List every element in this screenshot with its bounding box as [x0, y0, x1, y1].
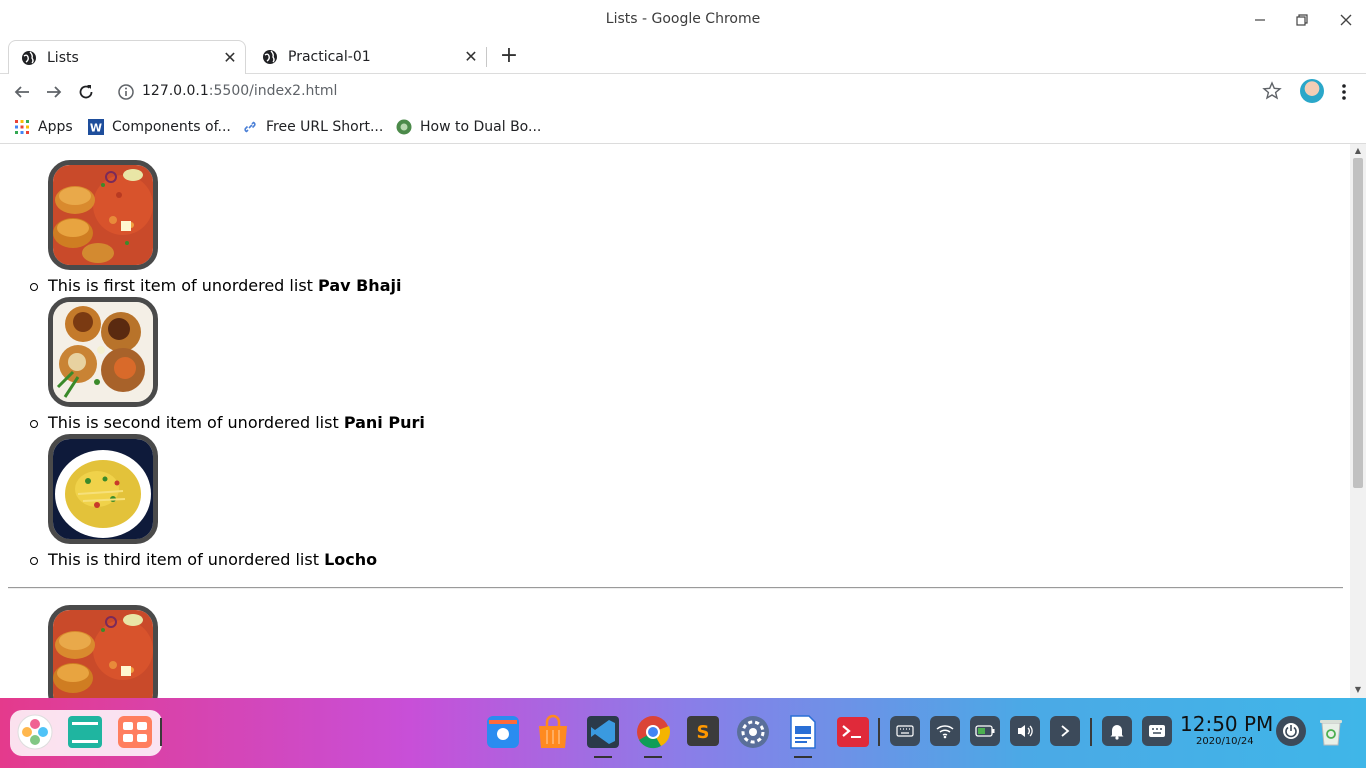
item-name: Pav Bhaji: [318, 276, 402, 295]
active-indicator: [644, 756, 662, 758]
list-bullet: [30, 283, 38, 291]
tab-lists[interactable]: Lists ✕: [8, 40, 246, 74]
forward-button[interactable]: [42, 80, 66, 104]
volume-icon[interactable]: [1010, 716, 1040, 746]
close-window-button[interactable]: [1332, 8, 1360, 32]
expand-icon[interactable]: [1050, 716, 1080, 746]
taskbar-divider: [1090, 718, 1092, 746]
pav-bhaji-image: [48, 160, 158, 270]
keyboard-icon[interactable]: [890, 716, 920, 746]
close-tab-icon[interactable]: ✕: [221, 49, 239, 67]
minimize-icon: [1255, 19, 1265, 21]
site-icon: [396, 119, 412, 135]
back-arrow-icon: [14, 86, 29, 98]
locho-image: [48, 434, 158, 544]
new-tab-button[interactable]: +: [498, 45, 520, 67]
battery-icon[interactable]: [970, 716, 1000, 746]
chrome-icon[interactable]: [634, 712, 672, 752]
page-viewport: This is first item of unordered list Pav…: [0, 144, 1350, 698]
bookmark-label: Free URL Short...: [266, 119, 384, 135]
finder-icon[interactable]: [484, 712, 522, 752]
trash-icon[interactable]: [1312, 712, 1350, 752]
list-bullet: [30, 557, 38, 565]
globe-icon: [263, 50, 277, 64]
pav-bhaji-image: [48, 605, 158, 698]
url-path: :5500/index2.html: [208, 83, 338, 99]
link-icon: [244, 121, 256, 133]
input-method-icon[interactable]: [1142, 716, 1172, 746]
browser-toolbar: 127.0.0.1:5500/index2.html: [0, 74, 1366, 110]
tab-label: Lists: [47, 49, 79, 66]
list-bullet: [30, 420, 38, 428]
scrollbar-thumb[interactable]: [1353, 158, 1363, 488]
clock-time[interactable]: 12:50 PM: [1180, 712, 1273, 736]
apps-grid-icon: [15, 120, 29, 134]
bookmark-label: How to Dual Bo...: [420, 119, 542, 135]
pani-puri-image: [48, 297, 158, 407]
bookmark-dual-boot[interactable]: How to Dual Bo...: [396, 116, 541, 138]
bookmarks-bar: Apps W Components of... Free URL Short..…: [0, 110, 1366, 144]
writer-icon[interactable]: [784, 712, 822, 752]
active-indicator: [794, 756, 812, 758]
bookmark-label: Apps: [38, 119, 73, 135]
scroll-up-icon[interactable]: ▲: [1353, 146, 1363, 156]
tab-practical-01[interactable]: Practical-01 ✕: [250, 40, 486, 74]
reload-icon: [79, 85, 93, 99]
svg-text:S: S: [697, 722, 710, 743]
app-store-icon[interactable]: [534, 712, 572, 752]
tab-strip: Lists ✕ Practical-01 ✕: [0, 38, 1366, 74]
profile-avatar[interactable]: [1300, 79, 1324, 103]
svg-text:W: W: [90, 122, 102, 135]
bookmark-components[interactable]: W Components of...: [88, 116, 231, 138]
item-name: Pani Puri: [343, 413, 425, 432]
bookmark-apps[interactable]: Apps: [14, 116, 73, 138]
bookmark-label: Components of...: [112, 119, 231, 135]
launcher-icon[interactable]: [16, 712, 54, 752]
taskbar-divider: [160, 718, 162, 746]
restore-icon: [1296, 14, 1308, 26]
window-title: Lists - Google Chrome: [605, 11, 761, 27]
url-host: 127.0.0.1: [142, 83, 209, 99]
close-icon: [1340, 14, 1352, 26]
word-doc-icon: W: [88, 119, 104, 135]
horizontal-rule: [8, 587, 1343, 589]
list-item: This is third item of unordered list Loc…: [48, 550, 378, 569]
power-icon[interactable]: [1276, 716, 1306, 746]
list-item: This is second item of unordered list Pa…: [48, 413, 425, 432]
address-bar[interactable]: 127.0.0.1:5500/index2.html: [142, 83, 337, 99]
taskbar: S 12:50 PM 2020/10/24: [0, 698, 1366, 768]
restore-button[interactable]: [1288, 8, 1316, 32]
scroll-down-icon[interactable]: ▼: [1353, 685, 1363, 695]
bookmark-url-shortener[interactable]: Free URL Short...: [242, 116, 383, 138]
bookmark-star-icon[interactable]: [1262, 81, 1282, 101]
multitask-icon[interactable]: [116, 712, 154, 752]
terminal-files-icon[interactable]: [66, 712, 104, 752]
sublime-text-icon[interactable]: S: [684, 712, 722, 752]
notification-icon[interactable]: [1102, 716, 1132, 746]
title-bar: Lists - Google Chrome: [0, 0, 1366, 38]
reload-button[interactable]: [74, 80, 98, 104]
vertical-scrollbar[interactable]: ▲ ▼: [1350, 144, 1366, 698]
more-menu-icon[interactable]: [1336, 81, 1352, 103]
close-tab-icon[interactable]: ✕: [462, 48, 480, 66]
back-button[interactable]: [10, 80, 34, 104]
taskbar-divider: [878, 718, 880, 746]
globe-icon: [22, 50, 36, 65]
item-name: Locho: [324, 550, 378, 569]
tab-label: Practical-01: [288, 49, 371, 65]
terminal-icon[interactable]: [834, 712, 872, 752]
vscode-icon[interactable]: [584, 712, 622, 752]
clock-date[interactable]: 2020/10/24: [1196, 736, 1254, 747]
tab-divider: [486, 47, 487, 67]
wifi-icon[interactable]: [930, 716, 960, 746]
list-item: This is first item of unordered list Pav…: [48, 276, 402, 295]
settings-icon[interactable]: [734, 712, 772, 752]
info-icon[interactable]: [116, 82, 136, 102]
active-indicator: [594, 756, 612, 758]
minimize-button[interactable]: [1246, 8, 1274, 32]
forward-arrow-icon: [47, 86, 62, 98]
